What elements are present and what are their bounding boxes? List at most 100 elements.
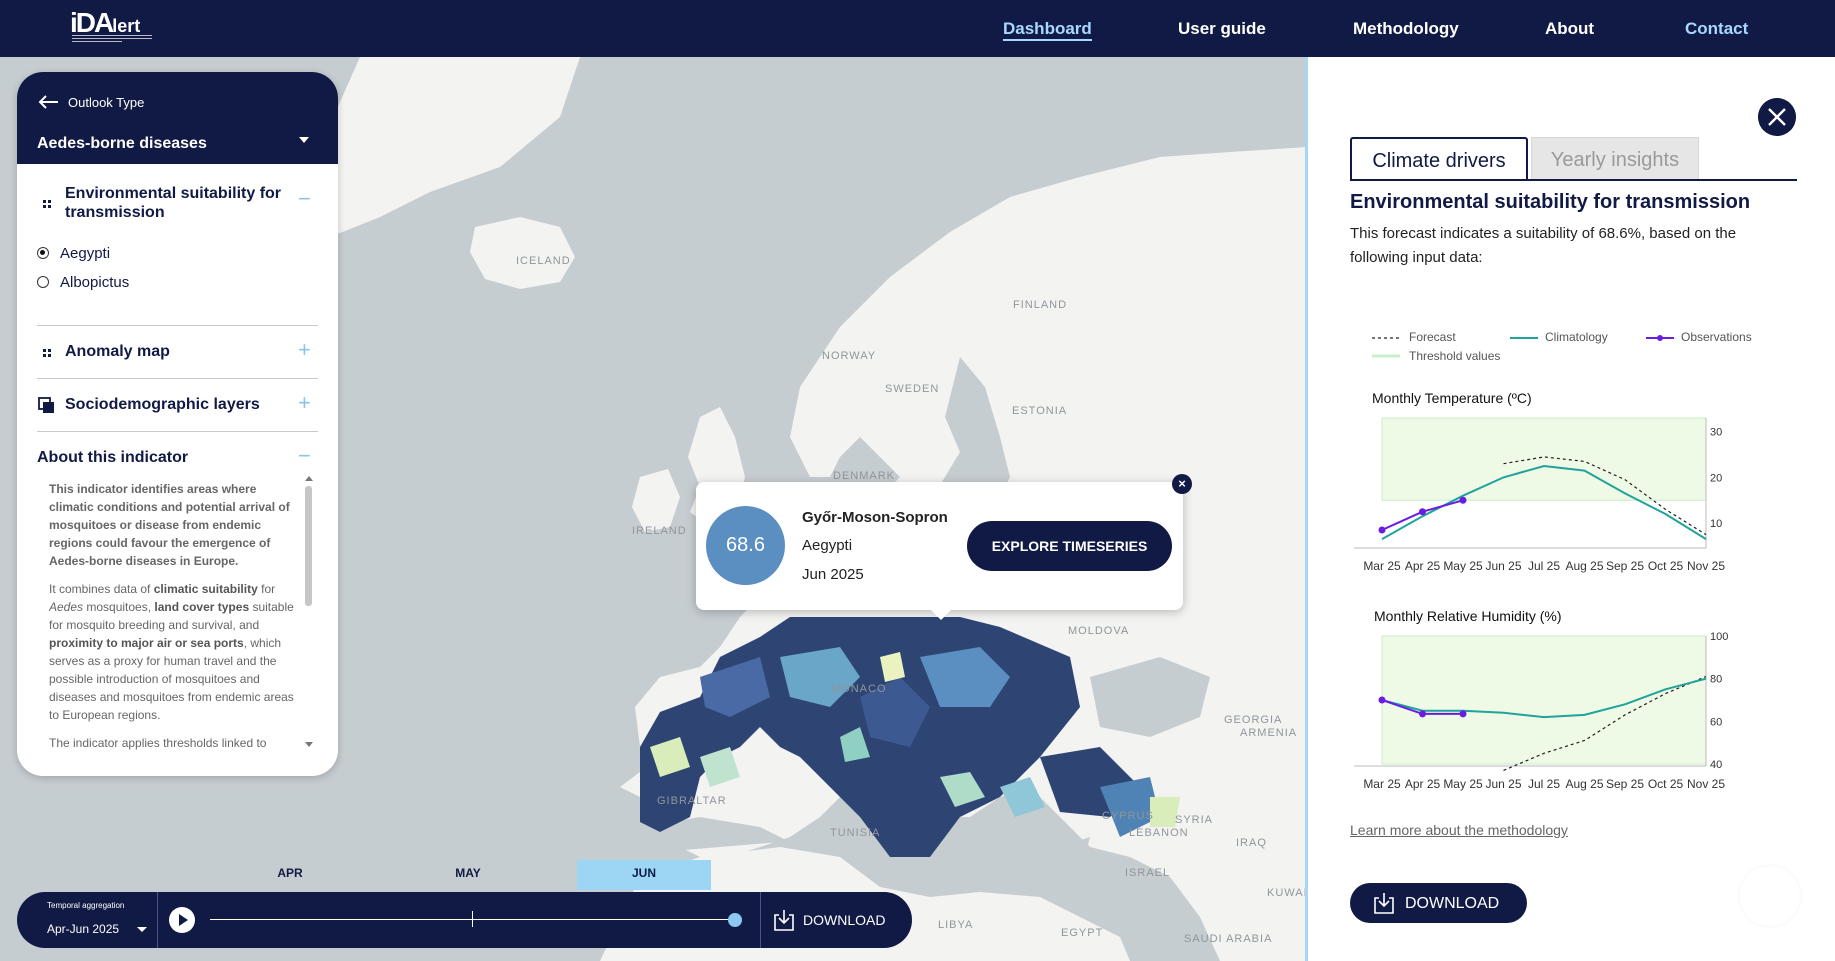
chart-title-temperature: Monthly Temperature (ºC) bbox=[1372, 390, 1532, 406]
month-jun[interactable]: JUN bbox=[577, 860, 711, 890]
chart-title-humidity: Monthly Relative Humidity (%) bbox=[1374, 608, 1562, 624]
close-panel-icon[interactable] bbox=[1758, 98, 1796, 136]
x-tick-label: Jul 25 bbox=[1528, 777, 1560, 791]
tab-yearly-insights[interactable]: Yearly insights bbox=[1531, 137, 1699, 180]
play-button[interactable] bbox=[169, 907, 195, 933]
y-tick-label: 60 bbox=[1710, 716, 1722, 728]
y-tick-label: 80 bbox=[1710, 674, 1722, 686]
x-tick-label: Apr 25 bbox=[1405, 559, 1441, 573]
nav-about[interactable]: About bbox=[1545, 19, 1594, 41]
nav-contact[interactable]: Contact bbox=[1685, 19, 1748, 41]
y-tick-label: 100 bbox=[1710, 631, 1728, 643]
timeline-slider[interactable] bbox=[210, 919, 740, 920]
chevron-down-icon[interactable] bbox=[137, 927, 147, 932]
back-arrow-icon[interactable] bbox=[37, 94, 59, 110]
divider bbox=[760, 892, 761, 948]
chevron-down-icon[interactable] bbox=[299, 137, 309, 143]
collapse-icon[interactable]: − bbox=[298, 188, 311, 210]
map-label-denmark: DENMARK bbox=[833, 470, 896, 482]
scroll-down-icon[interactable] bbox=[305, 742, 313, 747]
map-label-moldova: MOLDOVA bbox=[1068, 625, 1130, 637]
floating-action-button[interactable] bbox=[1740, 866, 1800, 926]
nav-methodology[interactable]: Methodology bbox=[1353, 19, 1459, 41]
map-label-libya: LIBYA bbox=[938, 919, 974, 931]
scroll-up-icon[interactable] bbox=[305, 476, 313, 481]
map-label-egypt: EGYPT bbox=[1061, 927, 1104, 939]
legend-observations: Observations bbox=[1681, 330, 1752, 344]
divider bbox=[37, 431, 318, 432]
tab-climate-drivers[interactable]: Climate drivers bbox=[1350, 137, 1528, 180]
idalert-logo[interactable]: iDAlert bbox=[70, 9, 152, 42]
map-label-armenia: ARMENIA bbox=[1240, 727, 1298, 739]
divider bbox=[157, 892, 158, 948]
popup-species: Aegypti bbox=[802, 537, 853, 554]
x-tick-label: Oct 25 bbox=[1648, 559, 1684, 573]
humidity-chart: 40 60 80 100 Mar 25 Apr 25 May 25 Jun 25 Jul 25 A… bbox=[1354, 631, 1728, 791]
methodology-link[interactable]: Learn more about the methodology bbox=[1350, 822, 1568, 838]
section-env-suitability[interactable]: Environmental suitability for transmissi… bbox=[65, 184, 285, 222]
map-label-norway: NORWAY bbox=[822, 350, 877, 362]
x-tick-label: Jun 25 bbox=[1485, 777, 1521, 791]
x-tick-label: Jul 25 bbox=[1528, 559, 1560, 573]
suitability-value-badge: 68.6 bbox=[706, 506, 785, 585]
collapse-icon[interactable]: − bbox=[298, 445, 311, 467]
legend-forecast-swatch bbox=[1372, 337, 1400, 339]
drag-handle-icon[interactable] bbox=[41, 347, 53, 359]
disease-select[interactable]: Aedes-borne diseases bbox=[37, 135, 207, 153]
about-paragraph-3: The indicator applies thresholds linked … bbox=[49, 736, 267, 750]
outlook-type-label: Outlook Type bbox=[68, 95, 145, 110]
map-label-cyprus: CYPRUS bbox=[1102, 810, 1154, 822]
x-tick-label: Nov 25 bbox=[1687, 777, 1725, 791]
explore-timeseries-button[interactable]: EXPLORE TIMESERIES bbox=[967, 521, 1172, 571]
section-about-indicator[interactable]: About this indicator bbox=[37, 448, 188, 467]
month-apr[interactable]: APR bbox=[237, 860, 343, 890]
drag-handle-icon[interactable] bbox=[41, 198, 53, 210]
month-may[interactable]: MAY bbox=[415, 860, 521, 890]
divider bbox=[37, 325, 318, 326]
observation-point bbox=[1419, 710, 1426, 718]
nav-user-guide[interactable]: User guide bbox=[1178, 19, 1266, 41]
x-tick-label: Aug 25 bbox=[1565, 777, 1603, 791]
temporal-aggregation-label: Temporal aggregation bbox=[47, 901, 125, 910]
radio-label-albopictus: Albopictus bbox=[60, 274, 130, 291]
threshold-band bbox=[1381, 635, 1707, 765]
scrollbar-thumb[interactable] bbox=[305, 486, 312, 606]
map-label-tunisia: TUNISIA bbox=[830, 827, 881, 839]
panel-divider[interactable] bbox=[1305, 57, 1308, 961]
expand-icon[interactable]: + bbox=[298, 339, 311, 361]
nav-dashboard[interactable]: Dashboard bbox=[1003, 19, 1092, 41]
timeline-bar: Temporal aggregation Apr-Jun 2025 DOWNLO… bbox=[17, 892, 912, 948]
observation-point bbox=[1459, 710, 1467, 718]
x-tick-label: Apr 25 bbox=[1405, 777, 1441, 791]
map-label-israel: ISRAEL bbox=[1125, 867, 1171, 879]
slider-handle[interactable] bbox=[728, 913, 742, 927]
map-label-kuwait: KUWAIT bbox=[1267, 887, 1307, 899]
x-tick-label: May 25 bbox=[1443, 559, 1483, 573]
download-icon bbox=[1374, 893, 1394, 914]
observation-point bbox=[1459, 496, 1467, 504]
popup-close-icon[interactable]: × bbox=[1172, 474, 1192, 494]
legend-climatology: Climatology bbox=[1545, 330, 1608, 344]
map-label-gibraltar: GIBRALTAR bbox=[657, 795, 727, 807]
download-label: DOWNLOAD bbox=[1405, 895, 1500, 912]
indicator-title: Environmental suitability for transmissi… bbox=[1350, 191, 1751, 213]
legend-threshold-swatch bbox=[1372, 354, 1400, 358]
section-sociodemographic[interactable]: Sociodemographic layers bbox=[65, 395, 260, 414]
about-paragraph-1: This indicator identifies areas where cl… bbox=[49, 482, 290, 568]
download-button[interactable]: DOWNLOAD bbox=[1350, 883, 1527, 923]
section-anomaly-map[interactable]: Anomaly map bbox=[65, 342, 170, 361]
temporal-aggregation-select[interactable]: Apr-Jun 2025 bbox=[47, 922, 119, 936]
expand-icon[interactable]: + bbox=[298, 392, 311, 414]
map-label-estonia: ESTONIA bbox=[1012, 405, 1068, 417]
timeline-download-button[interactable]: DOWNLOAD bbox=[803, 912, 885, 928]
map-label-lebanon: LEBANON bbox=[1129, 827, 1189, 839]
radio-label-aegypti: Aegypti bbox=[60, 245, 111, 262]
observation-point bbox=[1378, 696, 1386, 704]
download-icon[interactable] bbox=[774, 909, 794, 931]
radio-aegypti[interactable] bbox=[37, 247, 49, 259]
divider bbox=[37, 378, 318, 379]
x-tick-label: Jun 25 bbox=[1485, 559, 1521, 573]
popup-month: Jun 2025 bbox=[802, 566, 864, 583]
y-tick-label: 40 bbox=[1710, 759, 1722, 771]
radio-albopictus[interactable] bbox=[37, 276, 49, 288]
